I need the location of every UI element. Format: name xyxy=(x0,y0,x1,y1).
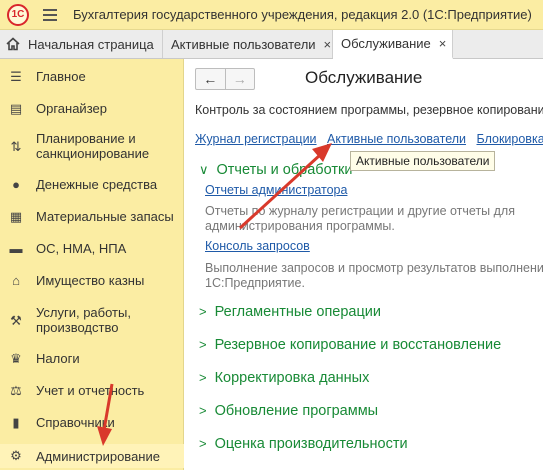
eagle-icon: ♛ xyxy=(10,351,22,366)
chevron-right-icon: > xyxy=(199,403,207,418)
group-data-correction[interactable]: > Корректировка данных xyxy=(199,370,369,386)
link-admin-reports[interactable]: Отчеты администратора xyxy=(205,183,347,197)
page-description: Контроль за состоянием программы, резерв… xyxy=(195,103,543,117)
link-query-console[interactable]: Консоль запросов xyxy=(205,239,310,253)
tab-maintenance[interactable]: Обслуживание × xyxy=(333,30,454,59)
1c-logo: 1С xyxy=(7,3,29,26)
admin-reports-desc-line1: Отчеты по журналу регистрации и другие о… xyxy=(205,204,515,218)
sidebar-item-accounting[interactable]: ⚖ Учет и отчетность xyxy=(0,381,184,401)
tab-home-label: Начальная страница xyxy=(28,36,154,52)
tools-icon: ⚒ xyxy=(10,313,22,328)
sidebar-item-organizer[interactable]: ▤ Органайзер xyxy=(0,99,184,119)
main-content: ← → Обслуживание Контроль за состоянием … xyxy=(185,59,543,470)
group-routine-operations[interactable]: > Регламентные операции xyxy=(199,304,381,320)
app-title: Бухгалтерия государственного учреждения,… xyxy=(73,7,532,22)
sidebar-item-label: Имущество казны xyxy=(36,273,145,288)
group-label: Оценка производительности xyxy=(214,436,408,452)
sidebar-item-label: Материальные запасы xyxy=(36,209,174,224)
tab-bar: Начальная страница Активные пользователи… xyxy=(0,30,543,59)
link-event-log[interactable]: Журнал регистрации xyxy=(195,132,317,146)
truck-icon: ▬ xyxy=(9,241,23,256)
sidebar-item-stock[interactable]: ▦ Материальные запасы xyxy=(0,207,184,227)
home-icon xyxy=(6,37,20,51)
tab-maintenance-label: Обслуживание xyxy=(341,36,431,51)
chevron-right-icon: > xyxy=(199,337,207,352)
tab-active-users-close-icon[interactable]: × xyxy=(324,37,332,52)
query-console-desc-line1: Выполнение запросов и просмотр результат… xyxy=(205,261,543,275)
book-icon: ▮ xyxy=(12,415,20,430)
link-active-users[interactable]: Активные пользователи xyxy=(327,132,466,146)
stock-icon: ▦ xyxy=(9,209,23,224)
group-backup[interactable]: > Резервное копирование и восстановление xyxy=(199,337,501,353)
tab-home[interactable]: Начальная страница xyxy=(0,30,163,58)
group-label: Обновление программы xyxy=(214,403,379,419)
sidebar-item-label: Денежные средства xyxy=(36,177,158,192)
group-label: Регламентные операции xyxy=(214,304,382,320)
page-title: Обслуживание xyxy=(305,68,423,87)
group-performance[interactable]: > Оценка производительности xyxy=(199,436,408,452)
group-label: Корректировка данных xyxy=(214,370,370,386)
title-bar: 1С Бухгалтерия государственного учрежден… xyxy=(0,0,543,30)
admin-reports-desc-line2: администрирования программы. xyxy=(205,219,395,233)
money-icon: ● xyxy=(12,177,20,192)
organizer-icon: ▤ xyxy=(9,101,23,116)
group-update[interactable]: > Обновление программы xyxy=(199,403,378,419)
scales-icon: ⚖ xyxy=(10,383,22,398)
forward-button[interactable]: → xyxy=(226,69,255,89)
chevron-right-icon: > xyxy=(199,436,207,451)
sidebar-item-catalogs[interactable]: ▮ Справочники xyxy=(0,413,184,433)
group-label: Отчеты и обработки xyxy=(216,162,353,178)
gear-icon: ⚙ xyxy=(10,448,22,463)
sidebar-item-label: Справочники xyxy=(36,415,115,430)
group-label: Резервное копирование и восстановление xyxy=(214,337,502,353)
query-console-desc-line2: 1С:Предприятие. xyxy=(205,276,305,290)
sidebar-item-planning[interactable]: ⇅ Планирование и санкционирование xyxy=(0,129,184,163)
sidebar-item-administration[interactable]: ⚙ Администрирование xyxy=(0,444,184,468)
chevron-right-icon: > xyxy=(199,370,207,385)
back-button[interactable]: ← xyxy=(196,69,226,89)
sidebar-item-treasury[interactable]: ⌂ Имущество казны xyxy=(0,271,184,291)
sidebar-item-money[interactable]: ● Денежные средства xyxy=(0,175,184,195)
group-reports[interactable]: ∨ Отчеты и обработки xyxy=(199,162,352,178)
sidebar: ☰ Главное ▤ Органайзер ⇅ Планирование и … xyxy=(0,59,184,470)
sidebar-item-label: Услуги, работы, производство xyxy=(36,305,131,335)
menu-icon: ☰ xyxy=(10,69,22,84)
tab-active-users[interactable]: Активные пользователи × xyxy=(163,30,333,58)
sidebar-item-label: Учет и отчетность xyxy=(36,383,145,398)
sidebar-item-services[interactable]: ⚒ Услуги, работы, производство xyxy=(0,303,184,337)
sidebar-item-label: Главное xyxy=(36,69,86,84)
quick-links: Журнал регистрации Активные пользователи… xyxy=(195,132,543,146)
tooltip: Активные пользователи xyxy=(350,151,496,171)
sidebar-item-main[interactable]: ☰ Главное xyxy=(0,67,184,87)
hamburger-menu-icon[interactable] xyxy=(43,8,57,21)
sidebar-item-taxes[interactable]: ♛ Налоги xyxy=(0,349,184,369)
chevron-down-icon: ∨ xyxy=(199,162,209,177)
sidebar-item-label: ОС, НМА, НПА xyxy=(36,241,127,256)
sidebar-item-label: Органайзер xyxy=(36,101,107,116)
sidebar-item-label: Налоги xyxy=(36,351,80,366)
treasury-icon: ⌂ xyxy=(12,273,20,288)
tab-active-users-label: Активные пользователи xyxy=(171,36,316,52)
link-lock[interactable]: Блокировка xyxy=(477,132,543,146)
sidebar-item-fixed-assets[interactable]: ▬ ОС, НМА, НПА xyxy=(0,239,184,259)
chevron-right-icon: > xyxy=(199,304,207,319)
tab-maintenance-close-icon[interactable]: × xyxy=(439,36,447,51)
sidebar-item-label: Администрирование xyxy=(36,449,160,464)
planning-icon: ⇅ xyxy=(10,139,22,154)
sidebar-item-label: Планирование и санкционирование xyxy=(36,131,150,161)
nav-buttons: ← → xyxy=(195,68,255,90)
